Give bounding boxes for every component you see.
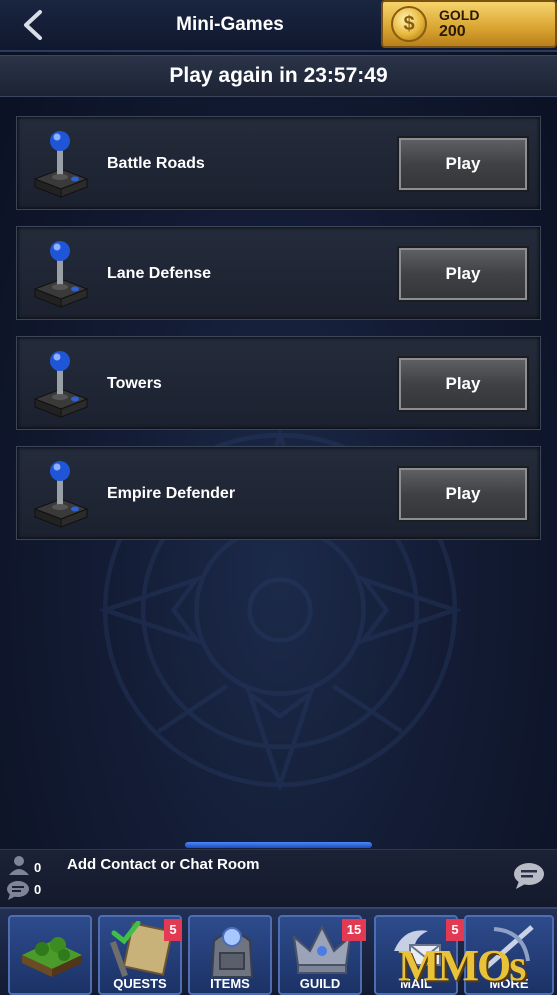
gold-value: 200	[439, 23, 466, 40]
game-name: Empire Defender	[107, 485, 236, 502]
play-button[interactable]: Play	[397, 356, 529, 412]
play-button[interactable]: Play	[397, 466, 529, 522]
gold-label: GOLD	[439, 7, 480, 23]
nav-label: ITEMS	[210, 976, 250, 991]
joystick-icon	[33, 241, 89, 308]
game-name: Towers	[107, 375, 162, 392]
backpack-icon	[210, 927, 254, 978]
top-bar: Mini-Games $ GOLD 200	[0, 0, 557, 52]
game-row-lane-defense: Lane Defense Play	[16, 226, 541, 320]
play-again-timer: Play again in 23:57:49	[169, 64, 388, 87]
nav-item-home[interactable]	[8, 915, 92, 995]
game-name: Lane Defense	[107, 265, 212, 282]
nav-item-quests[interactable]: 5 QUESTS	[98, 915, 182, 995]
game-row-battle-roads: Battle Roads Play	[16, 116, 541, 210]
gold-coin-icon: $	[391, 6, 427, 42]
back-arrow-icon[interactable]	[18, 8, 52, 42]
chat-drag-handle[interactable]	[185, 842, 372, 848]
chat-bubble-icon[interactable]	[513, 862, 545, 890]
page-title: Mini-Games	[176, 14, 284, 35]
joystick-icon	[33, 131, 89, 198]
play-button[interactable]: Play	[397, 246, 529, 302]
nav-item-items[interactable]: ITEMS	[188, 915, 272, 995]
messages-icon	[7, 881, 29, 900]
game-name: Battle Roads	[107, 155, 205, 172]
contacts-icon	[9, 856, 29, 875]
game-row-towers: Towers Play	[16, 336, 541, 430]
nav-label: QUESTS	[113, 976, 167, 991]
joystick-icon	[33, 351, 89, 418]
add-contact-label[interactable]: Add Contact or Chat Room	[67, 856, 260, 873]
gold-counter[interactable]: $ GOLD 200	[381, 0, 557, 48]
guild-badge: 15	[342, 919, 366, 941]
nav-label: GUILD	[299, 976, 341, 991]
nav-item-guild[interactable]: 15 GUILD	[278, 915, 366, 995]
watermark-logo: MMOs	[398, 941, 526, 990]
game-row-empire-defender: Empire Defender Play	[16, 446, 541, 540]
chat-bar[interactable]: 0 0 Add Contact or Chat Room	[0, 849, 557, 908]
island-icon	[22, 937, 82, 977]
joystick-icon	[33, 461, 89, 528]
mail-badge: 5	[446, 919, 464, 941]
messages-count: 0	[34, 882, 42, 897]
contacts-count: 0	[34, 860, 42, 875]
quests-badge: 5	[164, 919, 182, 941]
play-button[interactable]: Play	[397, 136, 529, 192]
timer-bar: Play again in 23:57:49	[0, 55, 557, 97]
